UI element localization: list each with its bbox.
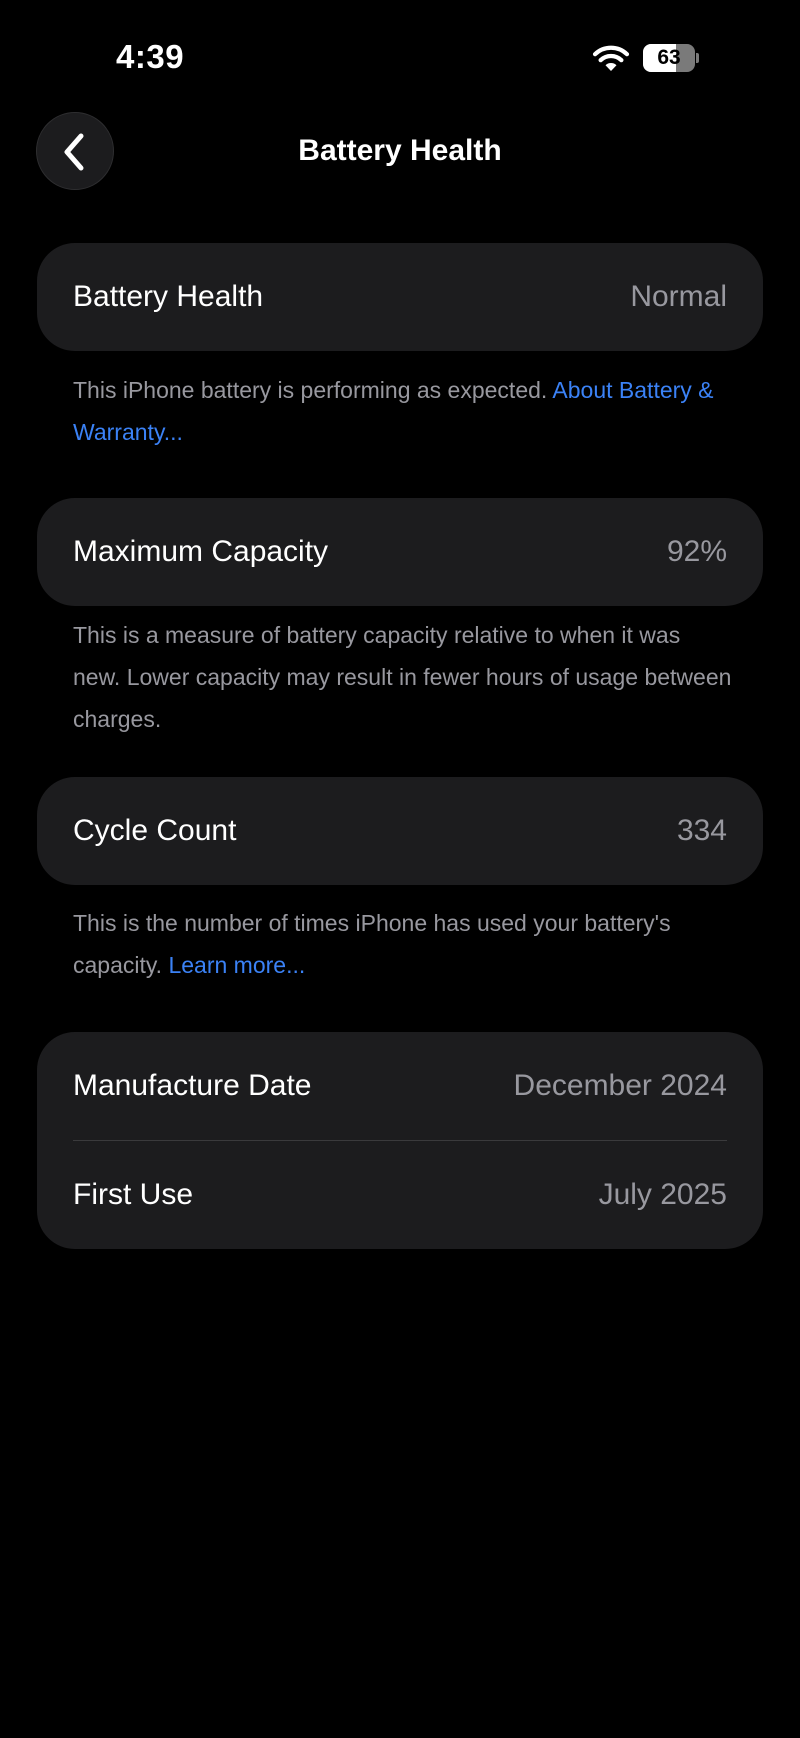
manufacture-date-row: Manufacture Date December 2024 xyxy=(37,1032,763,1140)
row-value: 334 xyxy=(676,814,727,847)
status-time: 4:39 xyxy=(116,38,185,75)
caption-text: This iPhone battery is performing as exp… xyxy=(73,377,548,403)
row-value: Normal xyxy=(630,280,727,313)
caption-text: This is a measure of battery capacity re… xyxy=(73,622,732,732)
cycle-count-row: Cycle Count 334 xyxy=(37,777,763,885)
battery-body: 63 xyxy=(643,44,695,72)
battery-health-row[interactable]: Battery Health Normal xyxy=(37,243,763,351)
battery-level: 63 xyxy=(657,46,681,69)
row-label: Battery Health xyxy=(73,280,264,313)
status-bar: 4:39 63 xyxy=(0,0,800,110)
caption-text: This is the number of times iPhone has u… xyxy=(73,910,671,978)
row-value: 92% xyxy=(666,535,727,568)
battery-icon: 63 xyxy=(643,44,699,72)
row-label: Cycle Count xyxy=(73,814,237,847)
dates-card: Manufacture Date December 2024 First Use… xyxy=(37,1032,763,1249)
cycle-count-card: Cycle Count 334 xyxy=(37,777,763,885)
row-label: First Use xyxy=(73,1178,193,1211)
maximum-capacity-caption: This is a measure of battery capacity re… xyxy=(73,614,733,740)
maximum-capacity-card: Maximum Capacity 92% xyxy=(37,498,763,606)
page-title: Battery Health xyxy=(298,134,502,167)
row-value: December 2024 xyxy=(513,1069,727,1102)
battery-tip xyxy=(696,53,699,63)
battery-health-caption: This iPhone battery is performing as exp… xyxy=(73,369,733,453)
cycle-count-caption: This is the number of times iPhone has u… xyxy=(73,902,733,986)
nav-bar: Battery Health xyxy=(0,110,800,196)
row-value: July 2025 xyxy=(598,1178,727,1211)
wifi-icon xyxy=(592,45,630,71)
battery-health-card: Battery Health Normal xyxy=(37,243,763,351)
first-use-row: First Use July 2025 xyxy=(37,1141,763,1249)
maximum-capacity-row: Maximum Capacity 92% xyxy=(37,498,763,606)
row-label: Maximum Capacity xyxy=(73,535,329,568)
learn-more-link[interactable]: Learn more... xyxy=(168,952,305,978)
row-label: Manufacture Date xyxy=(73,1069,312,1102)
